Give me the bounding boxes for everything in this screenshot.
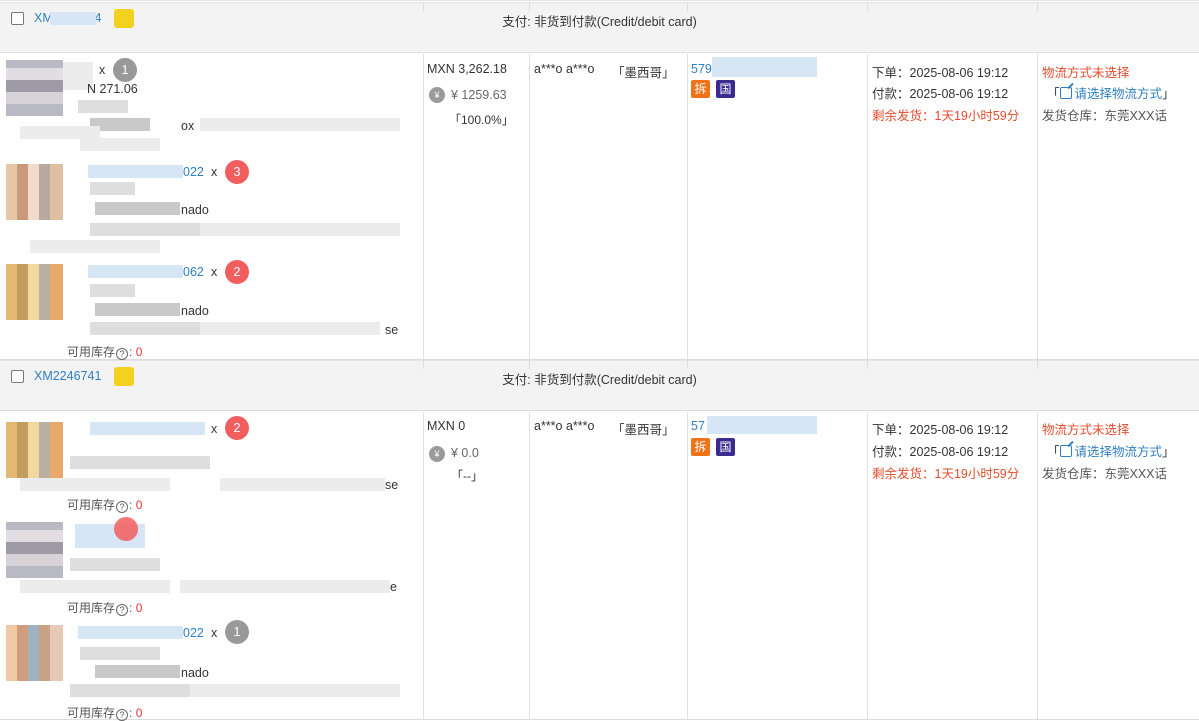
ship-warehouse: 发货仓库：东莞XXX话 bbox=[1042, 109, 1168, 123]
product-thumbnail[interactable] bbox=[6, 264, 63, 320]
order-body: x 2 se 可用库存?: 0 e 可用库存?: 0 022 x 1 nado … bbox=[0, 412, 1199, 721]
product-item: x 2 se 可用库存?: 0 bbox=[0, 412, 423, 513]
quantity-badge: 2 bbox=[225, 416, 249, 440]
select-shipping-method-link[interactable]: 「请选择物流方式」 bbox=[1047, 83, 1175, 102]
edit-icon bbox=[1059, 87, 1072, 99]
order-header: XM2246741 支付: 非货到付款(Credit/debit card) bbox=[0, 360, 1199, 411]
profit-rate: 「--」 bbox=[451, 469, 483, 483]
product-thumbnail[interactable] bbox=[6, 60, 63, 116]
tracking-number-link[interactable]: 579 bbox=[691, 62, 712, 76]
profit-rate: 「100.0%」 bbox=[449, 113, 514, 127]
available-stock: 可用库存?: 0 bbox=[67, 706, 143, 721]
pay-time: 付款：2025-08-06 19:12 bbox=[872, 445, 1009, 459]
pay-time: 付款：2025-08-06 19:12 bbox=[872, 87, 1009, 101]
shipping-method-unselected: 物流方式未选择 bbox=[1042, 66, 1130, 80]
quantity-badge: 2 bbox=[225, 260, 249, 284]
rmb-amount: ¥ 0.0 bbox=[451, 446, 479, 460]
product-item: x 1 N 271.06 ox bbox=[0, 54, 423, 154]
international-tag: 国 bbox=[716, 438, 735, 456]
product-thumbnail[interactable] bbox=[6, 522, 63, 578]
payment-method: 支付: 非货到付款(Credit/debit card) bbox=[502, 15, 697, 29]
order-header: XM2246734 支付: 非货到付款(Credit/debit card) bbox=[0, 2, 1199, 53]
product-thumbnail[interactable] bbox=[6, 164, 63, 220]
edit-icon bbox=[1059, 445, 1072, 457]
product-thumbnail[interactable] bbox=[6, 625, 63, 681]
available-stock: 可用库存?: 0 bbox=[67, 345, 143, 360]
item-price: N 271.06 bbox=[87, 82, 138, 96]
rmb-amount: ¥ 1259.63 bbox=[451, 88, 507, 102]
coin-icon: ¥ bbox=[429, 446, 445, 462]
payment-method: 支付: 非货到付款(Credit/debit card) bbox=[502, 373, 697, 387]
international-tag: 国 bbox=[716, 80, 735, 98]
buyer-name: a***o a***o bbox=[534, 62, 595, 76]
remaining-ship-time: 剩余发货：1天19小时59分 bbox=[872, 467, 1020, 481]
split-order-tag: 拆 bbox=[691, 438, 710, 456]
tracking-number-link[interactable]: 57 bbox=[691, 419, 705, 433]
remaining-ship-time: 剩余发货：1天19小时59分 bbox=[872, 109, 1020, 123]
split-order-tag: 拆 bbox=[691, 80, 710, 98]
product-item: 062 x 2 nado se 可用库存?: 0 bbox=[0, 257, 423, 360]
help-icon[interactable]: ? bbox=[116, 348, 129, 360]
product-item: 022 x 3 nado bbox=[0, 154, 423, 254]
help-icon[interactable]: ? bbox=[116, 709, 129, 721]
order-amount: MXN 3,262.18 bbox=[427, 62, 507, 76]
available-stock: 可用库存?: 0 bbox=[67, 601, 143, 616]
sku-link[interactable]: 022 bbox=[183, 165, 204, 179]
product-item: 022 x 1 nado 可用库存?: 0 bbox=[0, 617, 423, 721]
product-thumbnail[interactable] bbox=[6, 422, 63, 478]
quantity-badge: 1 bbox=[113, 58, 137, 82]
buyer-country: 「墨西哥」 bbox=[612, 66, 675, 80]
coin-icon: ¥ bbox=[429, 87, 445, 103]
quantity-badge bbox=[114, 517, 138, 541]
order-list: XM2246734 支付: 非货到付款(Credit/debit card) x… bbox=[0, 0, 1199, 721]
help-icon[interactable]: ? bbox=[116, 604, 129, 616]
help-icon[interactable]: ? bbox=[116, 501, 129, 513]
quantity-badge: 1 bbox=[225, 620, 249, 644]
ship-warehouse: 发货仓库：东莞XXX话 bbox=[1042, 467, 1168, 481]
available-stock: 可用库存?: 0 bbox=[67, 498, 143, 513]
order-time: 下单：2025-08-06 19:12 bbox=[872, 66, 1009, 80]
quantity-badge: 3 bbox=[225, 160, 249, 184]
product-item: e 可用库存?: 0 bbox=[0, 514, 423, 616]
buyer-name: a***o a***o bbox=[534, 419, 595, 433]
shipping-method-unselected: 物流方式未选择 bbox=[1042, 423, 1130, 437]
order-body: x 1 N 271.06 ox 022 x 3 nado 062 x 2 nad… bbox=[0, 54, 1199, 360]
sku-link[interactable]: 022 bbox=[183, 626, 204, 640]
order-amount: MXN 0 bbox=[427, 419, 466, 433]
buyer-country: 「墨西哥」 bbox=[612, 423, 675, 437]
order-time: 下单：2025-08-06 19:12 bbox=[872, 423, 1009, 437]
sku-link[interactable]: 062 bbox=[183, 265, 204, 279]
select-shipping-method-link[interactable]: 「请选择物流方式」 bbox=[1047, 441, 1175, 460]
